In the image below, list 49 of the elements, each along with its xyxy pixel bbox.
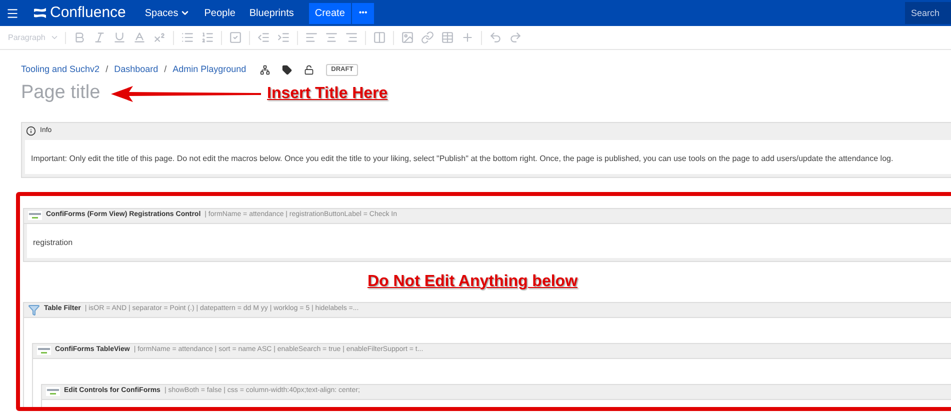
outdent-icon[interactable] <box>257 31 270 44</box>
italic-icon[interactable] <box>93 31 106 44</box>
align-right-icon[interactable] <box>345 31 358 44</box>
brand-name[interactable]: Confluence <box>50 2 126 24</box>
breadcrumb-separator: / <box>106 63 108 76</box>
layout-icon[interactable] <box>373 31 386 44</box>
create-button[interactable]: Create <box>308 2 351 24</box>
more-button[interactable]: ••• <box>352 2 374 24</box>
undo-icon[interactable] <box>489 31 502 44</box>
page-title-field[interactable]: Page title <box>21 79 105 108</box>
tag-icon[interactable] <box>282 64 292 75</box>
table-icon[interactable] <box>441 31 454 44</box>
form-icon <box>46 387 60 396</box>
indent-icon[interactable] <box>277 31 290 44</box>
lock-icon[interactable] <box>304 64 314 75</box>
funnel-icon <box>28 304 40 316</box>
redo-icon[interactable] <box>509 31 522 44</box>
breadcrumb-link[interactable]: Admin Playground <box>172 63 246 76</box>
underline-icon[interactable] <box>113 31 126 44</box>
form-icon <box>37 346 51 355</box>
logo-icon <box>33 7 47 19</box>
chevron-icon <box>50 33 60 42</box>
align-left-icon[interactable] <box>305 31 318 44</box>
chevron-icon <box>180 8 190 18</box>
nav-link[interactable]: People <box>197 0 242 26</box>
nav-link[interactable]: Blueprints <box>242 0 301 26</box>
hierarchy-icon[interactable] <box>260 64 270 75</box>
plus-icon[interactable] <box>461 31 474 44</box>
task-list-icon[interactable] <box>229 31 242 44</box>
breadcrumb-separator: / <box>164 63 167 76</box>
nav-link[interactable]: Spaces <box>138 0 198 26</box>
bold-icon[interactable] <box>73 31 86 44</box>
info-icon <box>26 126 36 136</box>
breadcrumb-link[interactable]: Dashboard <box>114 63 158 76</box>
image-icon[interactable] <box>401 31 414 44</box>
info-text: Important: Only edit the title of this page. Do not edit the macros below. Once you edit the title to your liking, select "Publish" at the bottom right. Once, the page is published, you can use tools on the page to add users/update the attendance log. <box>31 154 894 162</box>
numbered-list-icon[interactable] <box>201 31 214 44</box>
macro-body-text: registration <box>33 238 73 246</box>
text-color-icon[interactable] <box>133 31 146 44</box>
warning-text: Do Not Edit Anything below <box>367 272 578 292</box>
breadcrumb-link[interactable]: Tooling and Suchv2 <box>21 63 100 76</box>
menu-icon[interactable] <box>6 6 19 20</box>
callout-text: Insert Title Here <box>267 84 388 104</box>
link-icon[interactable] <box>421 31 434 44</box>
text-format-icon[interactable] <box>153 31 166 44</box>
form-icon <box>28 211 42 220</box>
search-field[interactable]: Search <box>905 2 951 24</box>
arrow-icon <box>111 86 261 102</box>
align-center-icon[interactable] <box>325 31 338 44</box>
